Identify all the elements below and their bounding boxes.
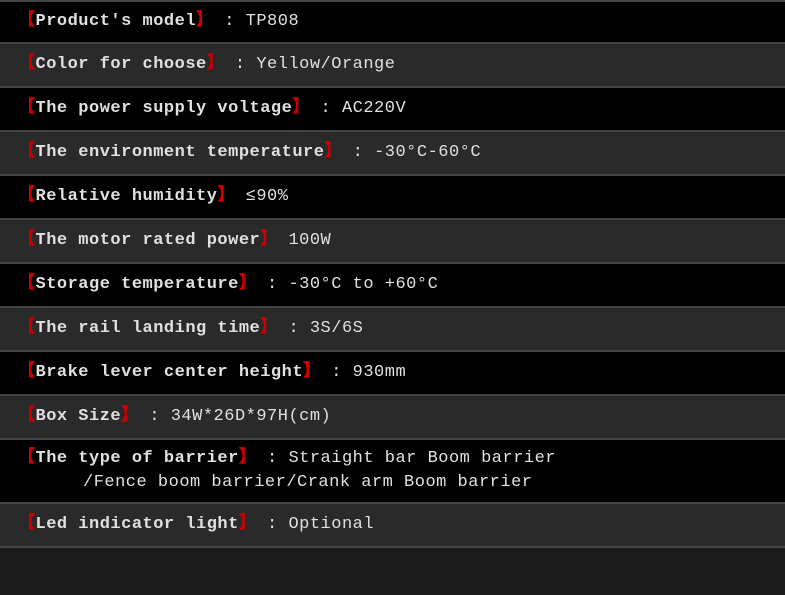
value-4: -30°C-60°C	[374, 143, 481, 162]
row-motor-power: 【The motor rated power】 100W	[0, 220, 785, 264]
sep-5: ≤	[235, 187, 256, 206]
sep-2: :	[224, 55, 256, 74]
key-8: The rail landing time	[36, 319, 261, 338]
sep-6	[278, 231, 289, 250]
bracket-open-3: 【	[18, 99, 36, 118]
rail-landing-text: 【The rail landing time】 : 3S/6S	[18, 317, 363, 341]
humidity-text: 【Relative humidity】 ≤90%	[18, 185, 288, 209]
bracket-open-11: 【	[18, 449, 36, 468]
bracket-open-1: 【	[18, 12, 36, 31]
bracket-close-7: 】	[239, 275, 257, 294]
power-voltage-text: 【The power supply voltage】 : AC220V	[18, 97, 406, 121]
bracket-close-10: 】	[121, 407, 139, 426]
value-11b: /Fence boom barrier/Crank arm Boom barri…	[83, 473, 532, 492]
bracket-open-4: 【	[18, 143, 36, 162]
sep-10: :	[139, 407, 171, 426]
row-color: 【Color for choose】 : Yellow/Orange	[0, 44, 785, 88]
bracket-open-10: 【	[18, 407, 36, 426]
sep-11: :	[256, 449, 288, 468]
value-12: Optional	[288, 515, 374, 534]
row-product-model: 【Product's model】 : TP808	[0, 0, 785, 44]
key-5: Relative humidity	[36, 187, 218, 206]
bracket-close-9: 】	[303, 363, 321, 382]
value-10: 34W*26D*97H(cm)	[171, 407, 332, 426]
bracket-open-5: 【	[18, 187, 36, 206]
bracket-close-3: 】	[292, 99, 310, 118]
bracket-open-2: 【	[18, 55, 36, 74]
value-5: 90%	[256, 187, 288, 206]
value-11: Straight bar Boom barrier	[288, 449, 556, 468]
bracket-open-12: 【	[18, 515, 36, 534]
sep-3: :	[310, 99, 342, 118]
sep-1: :	[214, 12, 246, 31]
bracket-close-5: 】	[217, 187, 235, 206]
key-10: Box Size	[36, 407, 122, 426]
sep-12: :	[256, 515, 288, 534]
bracket-open-7: 【	[18, 275, 36, 294]
value-6: 100W	[288, 231, 331, 250]
key-2: Color for choose	[36, 55, 207, 74]
bracket-close-4: 】	[324, 143, 342, 162]
key-1: Product's model	[36, 12, 197, 31]
key-7: Storage temperature	[36, 275, 239, 294]
row-env-temp: 【The environment temperature】 : -30°C-60…	[0, 132, 785, 176]
key-9: Brake lever center height	[36, 363, 304, 382]
bracket-close-1: 】	[196, 12, 214, 31]
bracket-close-2: 】	[207, 55, 225, 74]
row-storage-temp: 【Storage temperature】 : -30°C to +60°C	[0, 264, 785, 308]
key-3: The power supply voltage	[36, 99, 293, 118]
row-barrier-type: 【The type of barrier】 : Straight bar Boo…	[0, 440, 785, 504]
led-indicator-text: 【Led indicator light】 : Optional	[18, 513, 374, 537]
box-size-text: 【Box Size】 : 34W*26D*97H(cm)	[18, 405, 331, 429]
value-3: AC220V	[342, 99, 406, 118]
bracket-open-8: 【	[18, 319, 36, 338]
bracket-close-8: 】	[260, 319, 278, 338]
row-humidity: 【Relative humidity】 ≤90%	[0, 176, 785, 220]
sep-4: :	[342, 143, 374, 162]
key-4: The environment temperature	[36, 143, 325, 162]
barrier-type-text: 【The type of barrier】 : Straight bar Boo…	[18, 447, 767, 471]
value-1: TP808	[246, 12, 300, 31]
key-12: Led indicator light	[36, 515, 239, 534]
bracket-close-6: 】	[260, 231, 278, 250]
env-temp-text: 【The environment temperature】 : -30°C-60…	[18, 141, 481, 165]
row-box-size: 【Box Size】 : 34W*26D*97H(cm)	[0, 396, 785, 440]
storage-temp-text: 【Storage temperature】 : -30°C to +60°C	[18, 273, 438, 297]
sep-8: :	[278, 319, 310, 338]
spec-table: 【Product's model】 : TP808 【Color for cho…	[0, 0, 785, 595]
bracket-close-11: 】	[239, 449, 257, 468]
value-2: Yellow/Orange	[256, 55, 395, 74]
key-11: The type of barrier	[36, 449, 239, 468]
row-power-voltage: 【The power supply voltage】 : AC220V	[0, 88, 785, 132]
color-text: 【Color for choose】 : Yellow/Orange	[18, 53, 395, 77]
value-9: 930mm	[353, 363, 407, 382]
motor-power-text: 【The motor rated power】 100W	[18, 229, 331, 253]
barrier-type-text-2: /Fence boom barrier/Crank arm Boom barri…	[18, 471, 767, 495]
row-led-indicator: 【Led indicator light】 : Optional	[0, 504, 785, 548]
bracket-open-9: 【	[18, 363, 36, 382]
product-model-text: 【Product's model】 : TP808	[18, 10, 299, 34]
bracket-close-12: 】	[239, 515, 257, 534]
bracket-open-6: 【	[18, 231, 36, 250]
row-rail-landing: 【The rail landing time】 : 3S/6S	[0, 308, 785, 352]
value-8: 3S/6S	[310, 319, 364, 338]
value-7: -30°C to +60°C	[288, 275, 438, 294]
key-6: The motor rated power	[36, 231, 261, 250]
sep-7: :	[256, 275, 288, 294]
brake-lever-text: 【Brake lever center height】 : 930mm	[18, 361, 406, 385]
sep-9: :	[321, 363, 353, 382]
row-brake-lever: 【Brake lever center height】 : 930mm	[0, 352, 785, 396]
